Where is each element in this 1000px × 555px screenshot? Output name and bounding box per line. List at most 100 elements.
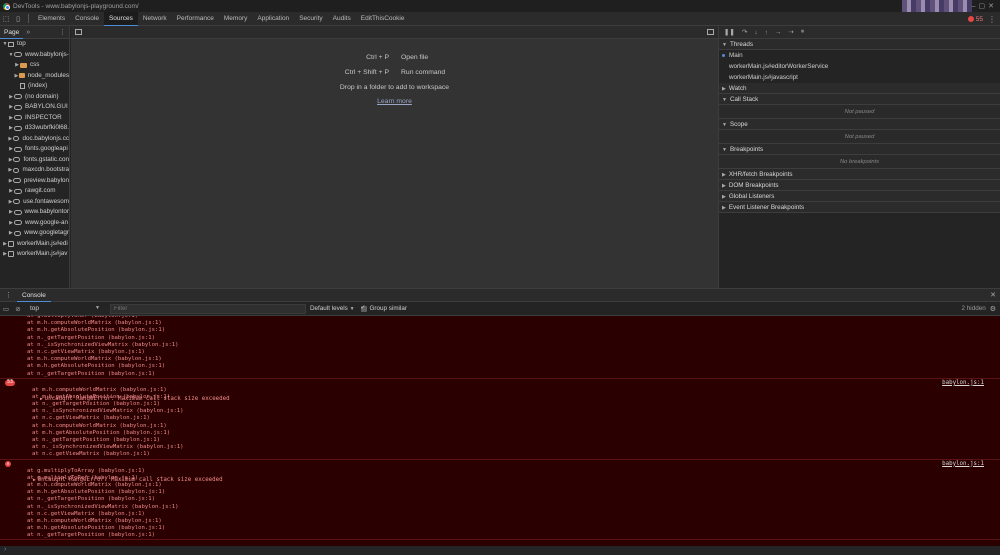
- tab-audits[interactable]: Audits: [328, 12, 356, 26]
- console-messages: at g.multiplyToRef (babylon.js:1) at m.h.…: [0, 316, 1000, 546]
- stack-frame: at n._getTargetPosition (babylon.js:1): [27, 532, 155, 539]
- tab-sources[interactable]: Sources: [103, 11, 138, 26]
- stack-frame: at m.h.computeWorldMatrix (babylon.js:1): [27, 517, 162, 524]
- tab-editthiscookie[interactable]: EditThisCookie: [356, 12, 410, 26]
- scope-empty: Not paused: [719, 130, 1000, 144]
- tree-item[interactable]: ▶ BABYLON.GUI: [0, 102, 69, 113]
- step-over-icon[interactable]: ↷: [742, 28, 747, 36]
- clear-console-icon[interactable]: ⊘: [12, 305, 24, 313]
- window-controls[interactable]: –▢✕: [972, 2, 997, 10]
- collapse-icon: ▶: [722, 172, 726, 178]
- navigator-menu-icon[interactable]: ⋮: [59, 28, 69, 36]
- log-levels-dropdown[interactable]: Default levels ▼: [310, 305, 355, 312]
- tree-item[interactable]: ▶ css: [0, 60, 69, 71]
- pane-header[interactable]: ▶ Event Listener Breakpoints: [719, 202, 1000, 213]
- step-into-icon[interactable]: ↓: [754, 29, 757, 36]
- tab-network[interactable]: Network: [138, 12, 172, 26]
- toggle-navigator-icon[interactable]: [75, 29, 82, 35]
- tab-performance[interactable]: Performance: [172, 12, 219, 26]
- console-prompt[interactable]: ›: [0, 546, 1000, 555]
- tree-item[interactable]: ▶ maxcdn.bootstra: [0, 165, 69, 176]
- deactivate-breakpoints-icon[interactable]: ⇢: [788, 28, 793, 36]
- tree-item-label: workerMain.js#jav: [17, 250, 68, 257]
- console-filter-input[interactable]: [110, 303, 306, 314]
- pane-title: Global Listeners: [728, 193, 775, 200]
- collapse-icon[interactable]: ▶: [8, 134, 13, 145]
- more-tabs-icon[interactable]: »: [23, 29, 33, 36]
- pane-header[interactable]: ▶ DOM Breakpoints: [719, 180, 1000, 191]
- tree-item[interactable]: ▶ workerMain.js#jav: [0, 249, 69, 260]
- message-header[interactable]: 53 ▶ Uncaught RangeError: Maximum call st…: [0, 379, 1000, 402]
- stack-frame: at n._getTargetPosition (babylon.js:1): [27, 370, 155, 377]
- tree-item[interactable]: ▶ INSPECTOR: [0, 113, 69, 124]
- pause-icon[interactable]: ❚❚: [724, 28, 735, 36]
- group-similar-toggle[interactable]: Group similar: [360, 304, 407, 312]
- cloud-icon: [13, 125, 22, 131]
- tab-elements[interactable]: Elements: [33, 12, 70, 26]
- threads-header[interactable]: ▼ Threads: [719, 39, 1000, 50]
- tree-item[interactable]: ▶ d33wubrfki0l68.: [0, 123, 69, 134]
- sidebar-toggle-icon[interactable]: ▭: [0, 305, 12, 313]
- pane-header[interactable]: ▶ Global Listeners: [719, 191, 1000, 202]
- step-out-icon[interactable]: ↑: [765, 29, 768, 36]
- tree-item[interactable]: ▶ fonts.gstatic.con: [0, 155, 69, 166]
- cloud-icon: [12, 167, 20, 173]
- stack-frame: at n._isSynchronizedViewMatrix (babylon.…: [32, 444, 184, 451]
- shortcut-open-file[interactable]: Ctrl + P Open file: [366, 54, 428, 61]
- tree-item[interactable]: ▶ www.google-an: [0, 218, 69, 229]
- error-icon: ✕: [5, 460, 11, 467]
- tree-item[interactable]: ▶ www.googletagr: [0, 228, 69, 239]
- gear-icon[interactable]: ⚙: [986, 305, 1000, 313]
- tab-memory[interactable]: Memory: [219, 12, 252, 26]
- tree-item[interactable]: ▶ node_modules: [0, 71, 69, 82]
- tab-page[interactable]: Page: [0, 26, 24, 39]
- tab-security[interactable]: Security: [294, 12, 327, 26]
- tree-item[interactable]: ▼ www.babylonjs-: [0, 50, 69, 61]
- source-link[interactable]: babylon.js:1: [942, 460, 984, 468]
- toggle-debugger-icon[interactable]: [707, 29, 714, 35]
- tree-item[interactable]: ▶ rawgit.com: [0, 186, 69, 197]
- drawer-tab-bar: ⋮ Console ✕: [0, 288, 1000, 302]
- device-toolbar-icon[interactable]: ▯: [12, 15, 24, 23]
- step-icon[interactable]: →: [775, 29, 782, 36]
- thread-editor-worker[interactable]: workerMain.js#editorWorkerService: [719, 61, 1000, 72]
- tree-item[interactable]: ▶ doc.babylonjs.cc: [0, 134, 69, 145]
- error-counter[interactable]: 55: [967, 16, 983, 23]
- tree-item[interactable]: ▶ fonts.googleapi: [0, 144, 69, 155]
- shortcut-label: Run command: [401, 69, 446, 76]
- tab-application[interactable]: Application: [252, 12, 294, 26]
- tree-item[interactable]: (index): [0, 81, 69, 92]
- shortcut-run-command[interactable]: Ctrl + Shift + P Run command: [345, 69, 446, 76]
- close-drawer-icon[interactable]: ✕: [990, 291, 996, 299]
- thread-javascript-worker[interactable]: workerMain.js#javascript: [719, 72, 1000, 83]
- tab-console[interactable]: Console: [70, 12, 104, 26]
- tree-item[interactable]: ▶ (no domain): [0, 92, 69, 103]
- context-selector[interactable]: top ▼: [30, 305, 100, 312]
- collapse-icon[interactable]: ▶: [8, 207, 14, 218]
- tree-item[interactable]: ▶ www.babylontor: [0, 207, 69, 218]
- tree-item[interactable]: ▶ preview.babylon: [0, 176, 69, 187]
- inspect-element-icon[interactable]: ⬚: [0, 15, 12, 23]
- tab-console-drawer[interactable]: Console: [17, 289, 51, 302]
- pane-header[interactable]: ▶ XHR/fetch Breakpoints: [719, 169, 1000, 180]
- customize-menu-icon[interactable]: ⋮: [988, 15, 996, 24]
- tree-item[interactable]: ▼ top: [0, 39, 69, 50]
- call-stack-empty: Not paused: [719, 105, 1000, 119]
- pause-on-exceptions-icon[interactable]: ⏸: [801, 28, 804, 36]
- collapse-icon[interactable]: ▶: [8, 228, 14, 239]
- scope-header[interactable]: ▼ Scope: [719, 119, 1000, 130]
- tree-item[interactable]: ▶ use.fontawesom: [0, 197, 69, 208]
- call-stack-header[interactable]: ▼ Call Stack: [719, 94, 1000, 105]
- message-header[interactable]: ✕ ▶ Uncaught RangeError: Maximum call sta…: [0, 460, 1000, 483]
- watch-header[interactable]: ▶ Watch: [719, 83, 1000, 94]
- tree-item[interactable]: ▶ workerMain.js#edi: [0, 239, 69, 250]
- thread-main[interactable]: Main: [719, 50, 1000, 61]
- learn-more-link[interactable]: Learn more: [377, 98, 412, 105]
- drawer-menu-icon[interactable]: ⋮: [0, 291, 17, 299]
- tree-item-label: use.fontawesom: [23, 197, 69, 205]
- stack-frame: at m.h.getAbsolutePosition (babylon.js:1…: [27, 525, 166, 532]
- breakpoints-header[interactable]: ▼ Breakpoints: [719, 144, 1000, 155]
- source-link[interactable]: babylon.js:1: [942, 379, 984, 387]
- tree-item-label: (index): [28, 82, 48, 89]
- group-similar-checkbox[interactable]: [360, 304, 367, 312]
